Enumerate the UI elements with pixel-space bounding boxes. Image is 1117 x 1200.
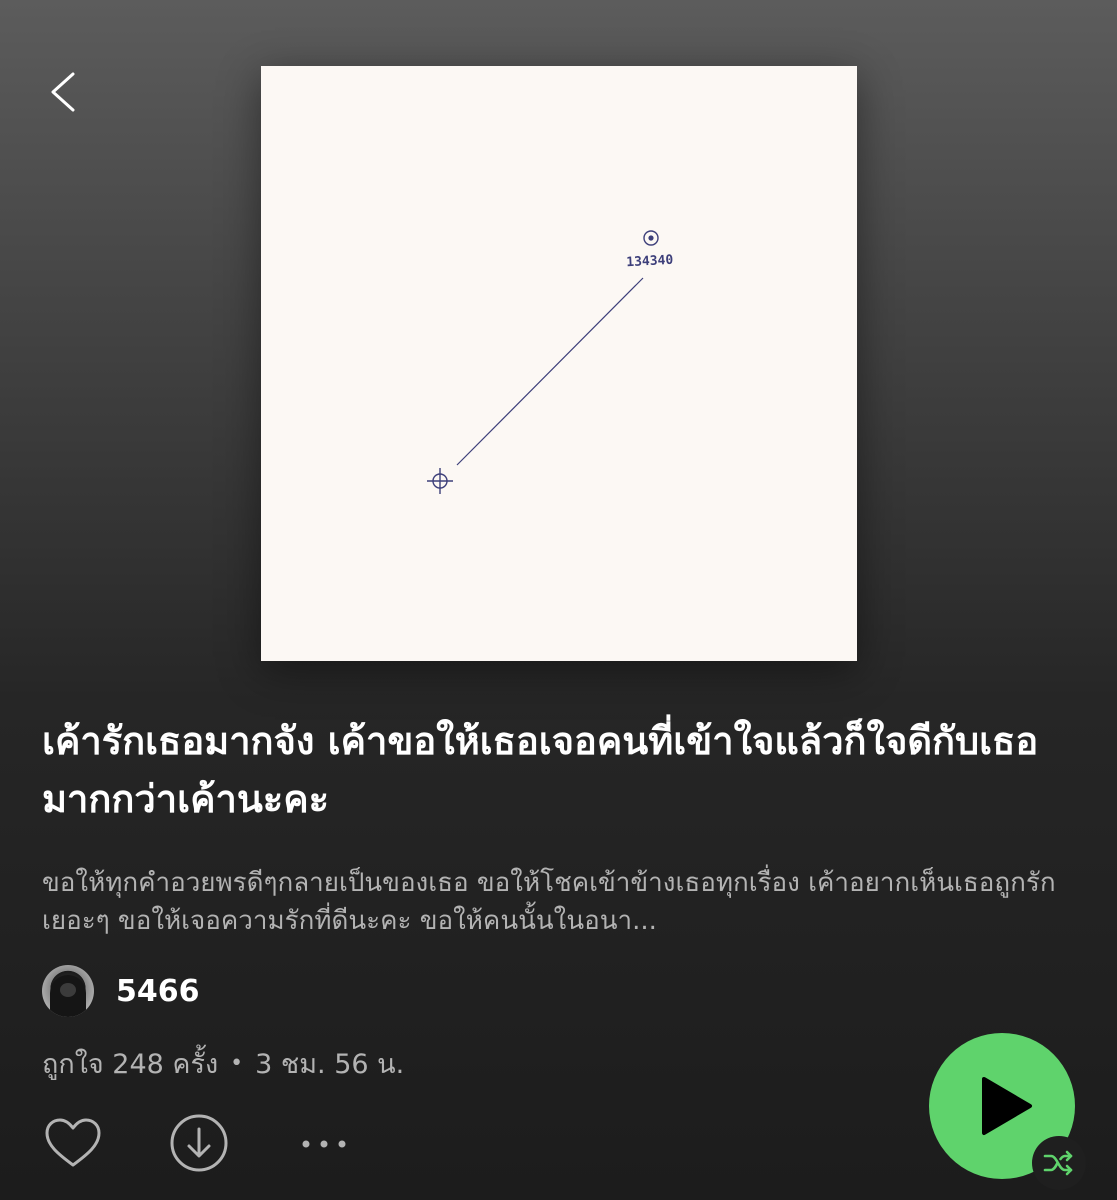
chevron-left-icon	[51, 72, 75, 112]
shuffle-button[interactable]	[1032, 1136, 1086, 1190]
avatar	[42, 965, 94, 1017]
back-button[interactable]	[40, 66, 84, 118]
meta-separator: •	[230, 1051, 244, 1076]
playlist-meta: ถูกใจ 248 ครั้ง • 3 ชม. 56 น.	[42, 1042, 404, 1085]
more-icon	[302, 1140, 346, 1148]
cover-line	[456, 277, 644, 466]
playlist-cover: 134340	[261, 66, 857, 661]
shuffle-icon	[1043, 1150, 1073, 1176]
cover-artwork: 134340	[427, 230, 674, 494]
cover-crosshair-icon	[427, 468, 453, 494]
like-button[interactable]	[42, 1112, 104, 1174]
likes-count: ถูกใจ 248 ครั้ง	[42, 1049, 219, 1080]
more-options-button[interactable]	[294, 1122, 354, 1166]
owner-name[interactable]: 5466	[116, 974, 200, 1009]
playlist-description[interactable]: ขอให้ทุกคำอวยพรดีๆกลายเป็นของเธอ ขอให้โช…	[42, 864, 1072, 940]
total-duration: 3 ชม. 56 น.	[255, 1049, 405, 1080]
owner-row[interactable]: 5466	[42, 964, 200, 1018]
download-icon	[170, 1114, 228, 1172]
playlist-title: เค้ารักเธอมากจัง เค้าขอให้เธอเจอคนที่เข้…	[42, 719, 1039, 821]
play-icon	[982, 1077, 1032, 1135]
download-button[interactable]	[168, 1112, 230, 1174]
heart-icon	[45, 1118, 101, 1167]
cover-label: 134340	[626, 253, 674, 270]
